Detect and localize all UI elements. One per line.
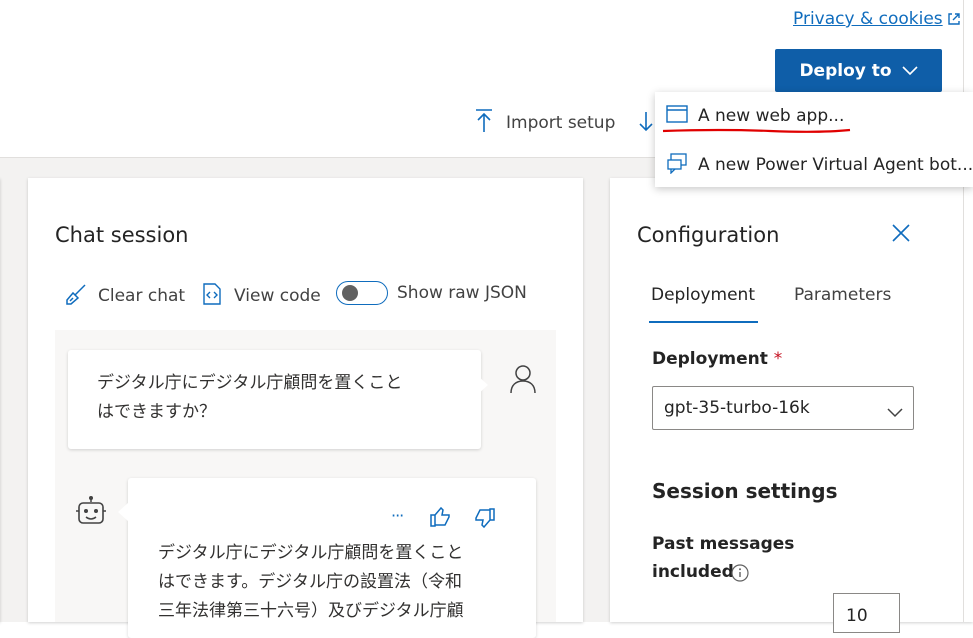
toggle-knob	[342, 285, 358, 301]
user-bubble-tail	[478, 376, 488, 394]
red-underline-annotation	[662, 128, 851, 133]
past-messages-value: 10	[846, 606, 868, 626]
menu-item-label: A new Power Virtual Agent bot...	[698, 154, 973, 175]
required-mark: *	[773, 349, 783, 369]
assistant-message-line-1: デジタル庁にデジタル庁顧問を置くこと	[158, 543, 464, 563]
browser-window-icon	[666, 105, 688, 127]
code-file-icon	[202, 282, 222, 310]
chevron-down-icon	[887, 403, 903, 422]
upload-arrow-icon	[474, 108, 494, 138]
privacy-link[interactable]: Privacy & cookies	[793, 9, 943, 29]
configuration-title: Configuration	[637, 223, 780, 247]
menu-item-new-pva-bot[interactable]: A new Power Virtual Agent bot...	[655, 142, 973, 187]
user-message-line-1: デジタル庁にデジタル庁顧問を置くこと	[97, 373, 403, 393]
deployment-select-value: gpt-35-turbo-16k	[664, 398, 810, 418]
assistant-bubble-tail	[118, 503, 128, 521]
deploy-to-button[interactable]: Deploy to	[775, 49, 942, 92]
past-messages-input[interactable]: 10	[833, 593, 900, 633]
bot-avatar-icon	[76, 495, 106, 533]
clear-chat-button[interactable]: Clear chat	[64, 282, 185, 310]
info-icon[interactable]	[731, 564, 749, 586]
deployment-field-label: Deployment *	[652, 349, 782, 369]
deploy-to-label: Deploy to	[799, 60, 892, 81]
deployment-label-text: Deployment	[652, 349, 768, 369]
show-raw-json-label: Show raw JSON	[397, 283, 527, 303]
import-setup-button[interactable]: Import setup	[474, 108, 615, 138]
broom-icon	[64, 282, 88, 310]
session-settings-heading: Session settings	[652, 479, 838, 503]
tab-parameters[interactable]: Parameters	[794, 285, 891, 305]
past-messages-label-line-2: included	[652, 562, 734, 582]
chat-bot-icon	[666, 152, 688, 178]
raw-json-toggle[interactable]	[336, 281, 388, 305]
menu-item-label: A new web app...	[698, 106, 845, 126]
import-setup-label: Import setup	[506, 113, 616, 133]
deployment-select[interactable]: gpt-35-turbo-16k	[652, 386, 914, 430]
clear-chat-label: Clear chat	[98, 286, 186, 306]
user-avatar-icon	[509, 364, 537, 398]
chevron-down-icon	[901, 61, 918, 81]
tab-deployment[interactable]: Deployment	[651, 285, 755, 305]
thumbs-down-icon[interactable]	[472, 506, 496, 534]
more-options-icon[interactable]: ···	[391, 506, 404, 525]
external-link-icon	[947, 11, 961, 30]
assistant-message-line-2: はできます。デジタル庁の設置法（令和	[158, 572, 462, 592]
download-arrow-icon	[636, 112, 656, 138]
chat-session-title: Chat session	[55, 223, 189, 247]
view-code-label: View code	[234, 286, 321, 306]
past-messages-label-line-1: Past messages	[652, 534, 795, 554]
close-icon[interactable]	[892, 224, 910, 246]
user-message-line-2: はできますか？	[97, 402, 216, 422]
thumbs-up-icon[interactable]	[429, 505, 453, 533]
view-code-button[interactable]: View code	[202, 282, 321, 310]
export-setup-button[interactable]	[636, 110, 656, 138]
active-tab-indicator	[649, 321, 758, 323]
